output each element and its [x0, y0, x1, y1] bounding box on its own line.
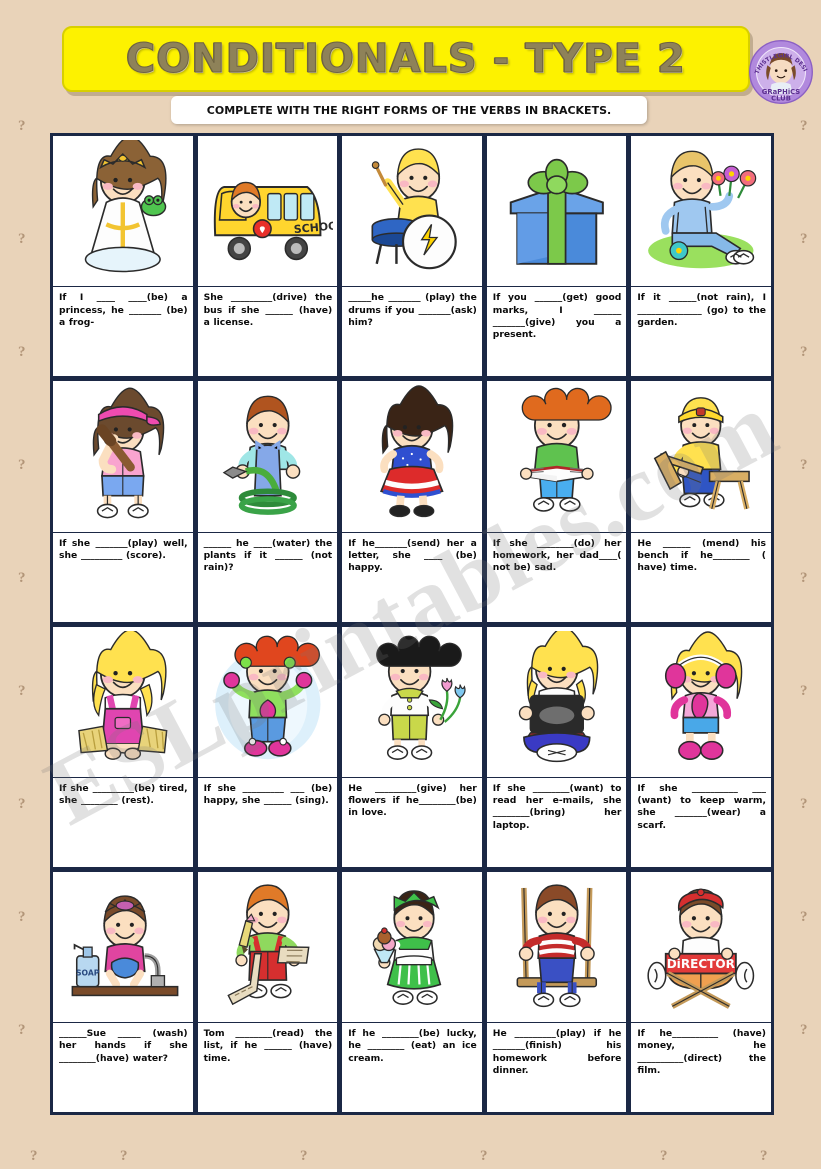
- girl-washing-hands-icon: SOAP: [53, 871, 193, 1024]
- exercise-sentence[interactable]: If he_______(send) her a letter, she ___…: [342, 533, 482, 622]
- decor-question-mark: ?: [18, 344, 26, 360]
- decor-question-mark: ?: [800, 457, 808, 473]
- exercise-grid: If I ____ ____(be) a princess, he ______…: [50, 133, 774, 1115]
- decor-question-mark: ?: [18, 570, 26, 586]
- exercise-cell: He ______ (mend) his bench if he________…: [631, 381, 771, 622]
- exercise-cell: SOAP ______Sue _____ (wash) her hands if…: [53, 871, 193, 1112]
- page-title: CONDITIONALS - TYPE 2: [126, 36, 686, 83]
- exercise-sentence[interactable]: _____he _______ (play) the drums if you …: [342, 287, 482, 376]
- instruction-bar: COMPLETE WITH THE RIGHT FORMS OF THE VER…: [171, 96, 647, 124]
- decor-question-mark: ?: [800, 796, 808, 812]
- svg-text:SOAP: SOAP: [76, 968, 100, 977]
- girl-reading-book-icon: [486, 381, 627, 533]
- boy-playing-drums-icon: [342, 136, 482, 288]
- header: CONDITIONALS - TYPE 2 COMPLETE WITH THE …: [0, 0, 821, 128]
- title-banner: CONDITIONALS - TYPE 2: [62, 26, 750, 92]
- gift-box-icon: [486, 136, 627, 288]
- exercise-sentence[interactable]: If she ________(want) to read her e-mail…: [487, 778, 627, 867]
- exercise-cell: Tom ________(read) the list, if he _____…: [197, 871, 338, 1112]
- boy-with-shopping-list-icon: [197, 871, 338, 1024]
- exercise-cell: If it ______(not rain), I ______________…: [631, 136, 771, 377]
- exercise-cell: If she _________(be) tired, she ________…: [53, 626, 193, 867]
- decor-question-mark: ?: [760, 1148, 768, 1164]
- exercise-sentence[interactable]: If I ____ ____(be) a princess, he ______…: [53, 287, 193, 376]
- decor-question-mark: ?: [18, 796, 26, 812]
- exercise-cell: He _________(play) if he _______(finish)…: [486, 871, 627, 1112]
- exercise-cell: If she ________(want) to read her e-mail…: [486, 626, 627, 867]
- decor-question-mark: ?: [18, 683, 26, 699]
- logo-line2: CLUB: [771, 95, 791, 103]
- exercise-sentence[interactable]: ______Sue _____ (wash) her hands if she …: [53, 1023, 193, 1112]
- logo-graphic: THISTLEGIRL DESIGNS GRaPHiCS CLUB: [745, 34, 813, 104]
- exercise-cell: SCHOOL She _________(drive) the bus if s…: [197, 136, 338, 377]
- exercise-sentence[interactable]: If she ________(do) her homework, her da…: [487, 533, 627, 622]
- exercise-sentence[interactable]: If he ________(be) lucky, he ________ (e…: [342, 1023, 482, 1112]
- decor-question-mark: ?: [18, 909, 26, 925]
- boy-with-garden-hose-icon: [197, 381, 338, 533]
- exercise-cell: If she _______(play) well, she _________…: [53, 381, 193, 622]
- decor-question-mark: ?: [30, 1148, 38, 1164]
- exercise-cell: If she _________ ___ (be) happy, she ___…: [197, 626, 338, 867]
- exercise-cell: He _________(give) her flowers if he____…: [342, 626, 482, 867]
- girl-with-laptop-icon: [486, 626, 627, 778]
- decor-question-mark: ?: [18, 231, 26, 247]
- boy-with-flowers-icon: [631, 136, 771, 288]
- decor-question-mark: ?: [800, 570, 808, 586]
- exercise-sentence[interactable]: She _________(drive) the bus if she ____…: [198, 287, 338, 376]
- thistlegirl-designs-logo: THISTLEGIRL DESIGNS GRaPHiCS CLUB: [745, 34, 815, 106]
- decor-question-mark: ?: [660, 1148, 668, 1164]
- exercise-sentence[interactable]: If she _______(play) well, she _________…: [53, 533, 193, 622]
- exercise-sentence[interactable]: Tom ________(read) the list, if he _____…: [198, 1023, 338, 1112]
- boy-director-chair-icon: DiRECTOR: [631, 871, 771, 1024]
- exercise-cell: If she ________(do) her homework, her da…: [486, 381, 627, 622]
- exercise-cell: _____he _______ (play) the drums if you …: [342, 136, 482, 377]
- decor-question-mark: ?: [800, 909, 808, 925]
- decor-question-mark: ?: [800, 683, 808, 699]
- exercise-cell: ______ he ____(water) the plants if it _…: [197, 381, 338, 622]
- princess-with-frog-icon: [53, 136, 193, 288]
- decor-question-mark: ?: [800, 1022, 808, 1038]
- exercise-cell: DiRECTOR If he__________ (have) money, h…: [631, 871, 771, 1112]
- exercise-sentence[interactable]: If you ______(get) good marks, I ______ …: [487, 287, 627, 376]
- decor-question-mark: ?: [18, 457, 26, 473]
- decor-question-mark: ?: [120, 1148, 128, 1164]
- exercise-sentence[interactable]: If she _________(be) tired, she ________…: [53, 778, 193, 867]
- decor-question-mark: ?: [18, 1022, 26, 1038]
- exercise-cell: If she __________ ___ (want) to keep war…: [631, 626, 771, 867]
- instruction-text: COMPLETE WITH THE RIGHT FORMS OF THE VER…: [206, 103, 612, 117]
- girl-with-ice-cream-icon: [342, 871, 482, 1024]
- decor-question-mark: ?: [300, 1148, 308, 1164]
- girl-with-baseball-bat-icon: [53, 381, 193, 533]
- girl-sitting-on-hay-icon: [53, 626, 193, 778]
- girl-in-red-dress-icon: [342, 381, 482, 533]
- girl-sawing-wood-icon: [631, 381, 771, 533]
- girl-with-earmuffs-icon: [631, 626, 771, 778]
- boy-on-swing-icon: [486, 871, 627, 1024]
- decor-question-mark: ?: [800, 344, 808, 360]
- exercise-sentence[interactable]: If he__________ (have) money, he _______…: [631, 1023, 771, 1112]
- exercise-cell: If you ______(get) good marks, I ______ …: [486, 136, 627, 377]
- exercise-sentence[interactable]: He _________(play) if he _______(finish)…: [487, 1023, 627, 1112]
- exercise-sentence[interactable]: He _________(give) her flowers if he____…: [342, 778, 482, 867]
- school-bus-icon: SCHOOL: [197, 136, 338, 288]
- boy-holding-tulips-icon: [342, 626, 482, 778]
- exercise-cell: If he ________(be) lucky, he ________ (e…: [342, 871, 482, 1112]
- decor-question-mark: ?: [480, 1148, 488, 1164]
- exercise-sentence[interactable]: If it ______(not rain), I ______________…: [631, 287, 771, 376]
- girl-making-snow-angel-icon: [197, 626, 338, 778]
- exercise-sentence[interactable]: ______ he ____(water) the plants if it _…: [198, 533, 338, 622]
- exercise-cell: If he_______(send) her a letter, she ___…: [342, 381, 482, 622]
- exercise-sentence[interactable]: If she __________ ___ (want) to keep war…: [631, 778, 771, 867]
- exercise-sentence[interactable]: If she _________ ___ (be) happy, she ___…: [198, 778, 338, 867]
- exercise-sentence[interactable]: He ______ (mend) his bench if he________…: [631, 533, 771, 622]
- exercise-cell: If I ____ ____(be) a princess, he ______…: [53, 136, 193, 377]
- decor-question-mark: ?: [800, 231, 808, 247]
